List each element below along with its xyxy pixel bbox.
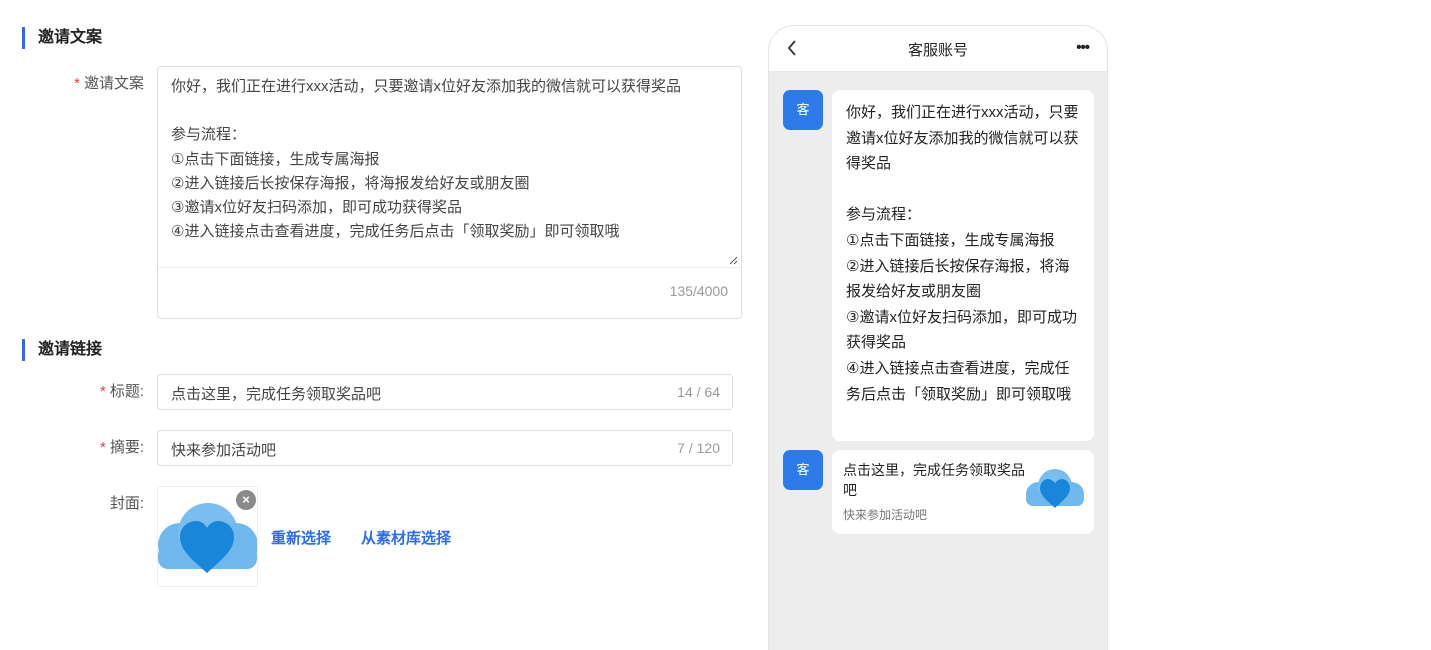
textarea-divider: [158, 267, 741, 268]
title-input-counter: 14 / 64: [677, 384, 720, 400]
chat-title: 客服账号: [907, 42, 968, 59]
section-title-invite-link: 邀请链接: [22, 339, 102, 361]
required-mark: *: [74, 75, 80, 92]
more-icon[interactable]: •••: [1076, 39, 1090, 56]
select-from-library-button[interactable]: 从素材库选择: [361, 527, 451, 548]
phone-header: 客服账号 •••: [769, 26, 1107, 72]
message-bubble: 你好，我们正在进行xxx活动，只要邀请x位好友添加我的微信就可以获得奖品 参与流…: [832, 90, 1094, 441]
resize-handle-icon[interactable]: [729, 256, 738, 265]
summary-input-counter: 7 / 120: [677, 440, 720, 456]
summary-input-value[interactable]: 快来参加活动吧: [171, 439, 276, 460]
field-label-text: 摘要:: [109, 439, 144, 456]
title-input-value[interactable]: 点击这里，完成任务领取奖品吧: [171, 383, 381, 404]
invite-copy-counter: 135/4000: [669, 283, 728, 299]
title-input[interactable]: 点击这里，完成任务领取奖品吧 14 / 64: [157, 374, 733, 410]
field-label-summary: * 摘要:: [54, 438, 144, 458]
field-label-text: 标题:: [109, 383, 144, 400]
reselect-button[interactable]: 重新选择: [271, 527, 331, 548]
avatar: 客: [783, 90, 823, 130]
field-label-text: 邀请文案: [83, 75, 144, 92]
field-label-cover: 封面:: [109, 495, 144, 512]
phone-preview: 客服账号 ••• 客 你好，我们正在进行xxx活动，只要邀请x位好友添加我的微信…: [768, 25, 1108, 650]
summary-input[interactable]: 快来参加活动吧 7 / 120: [157, 430, 733, 466]
required-mark: *: [99, 439, 106, 456]
avatar: 客: [783, 450, 823, 490]
invite-copy-text[interactable]: 你好，我们正在进行xxx活动，只要邀请x位好友添加我的微信就可以获得奖品 参与流…: [171, 75, 731, 244]
close-icon[interactable]: ×: [236, 490, 256, 510]
invite-copy-textarea[interactable]: 你好，我们正在进行xxx活动，只要邀请x位好友添加我的微信就可以获得奖品 参与流…: [157, 66, 742, 319]
section-title-invite-copy: 邀请文案: [22, 27, 102, 49]
link-card-desc: 快来参加活动吧: [843, 508, 928, 522]
required-mark: *: [99, 383, 106, 400]
link-card[interactable]: 点击这里，完成任务领取奖品吧 快来参加活动吧: [832, 450, 1094, 534]
field-label-invite-copy: * 邀请文案: [54, 74, 144, 94]
message-text: 你好，我们正在进行xxx活动，只要邀请x位好友添加我的微信就可以获得奖品 参与流…: [846, 104, 1079, 403]
invite-settings-page: 邀请文案 * 邀请文案 你好，我们正在进行xxx活动，只要邀请x位好友添加我的微信…: [0, 0, 1431, 650]
cover-image[interactable]: ×: [157, 486, 258, 587]
cloud-heart-icon: [1026, 469, 1084, 508]
field-label-title: * 标题:: [54, 382, 144, 402]
link-card-title: 点击这里，完成任务领取奖品吧: [843, 462, 1025, 498]
